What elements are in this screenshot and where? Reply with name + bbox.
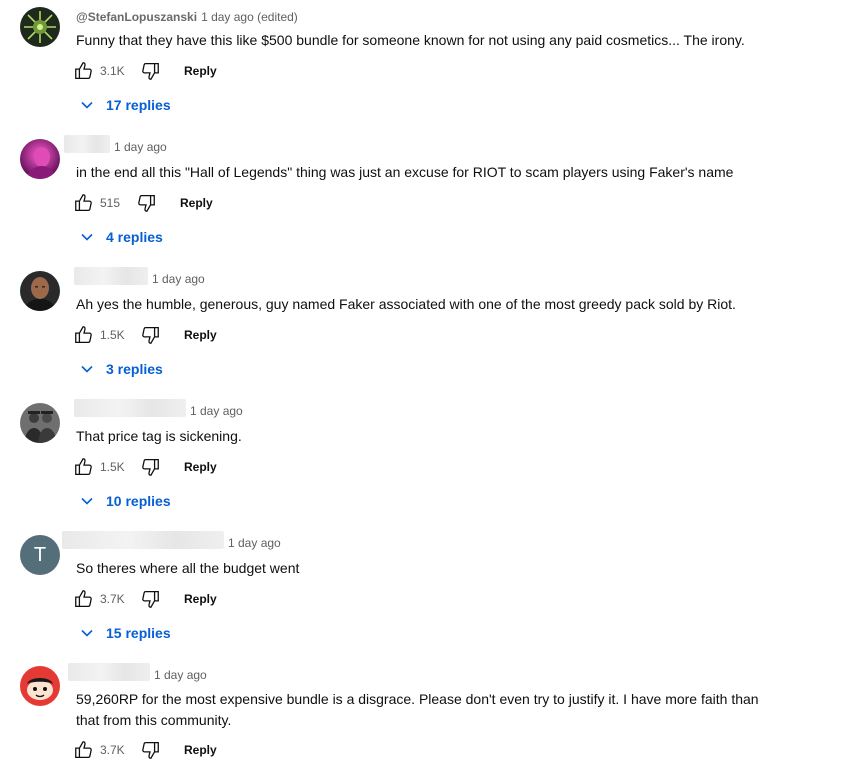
comment-actions: 1.5K Reply — [72, 455, 217, 479]
avatar[interactable] — [20, 7, 60, 47]
replies-count: 10 replies — [106, 493, 171, 509]
reply-button[interactable]: Reply — [184, 743, 217, 757]
thumbs-up-icon — [75, 326, 92, 343]
reply-button[interactable]: Reply — [184, 592, 217, 606]
like-count: 1.5K — [100, 460, 125, 474]
comment-author[interactable]: @StefanLopuszanski — [76, 10, 197, 24]
like-count: 515 — [100, 196, 121, 210]
replies-count: 17 replies — [106, 97, 171, 113]
comment-text: That price tag is sickening. — [76, 428, 242, 444]
comment-timestamp[interactable]: 1 day ago — [228, 536, 281, 550]
thumbs-up-icon — [75, 194, 92, 211]
dislike-button[interactable] — [138, 323, 162, 347]
like-button[interactable] — [72, 323, 96, 347]
like-count: 3.7K — [100, 592, 125, 606]
thumbs-up-icon — [75, 458, 92, 475]
thumbs-up-icon — [75, 741, 92, 758]
thumbs-down-icon — [142, 459, 159, 476]
comment-timestamp[interactable]: 1 day ago — [154, 668, 207, 682]
reply-button[interactable]: Reply — [184, 64, 217, 78]
green-emblem-avatar-icon — [20, 7, 60, 47]
redacted-author — [62, 531, 224, 549]
reply-button[interactable]: Reply — [184, 328, 217, 342]
reply-button[interactable]: Reply — [184, 460, 217, 474]
like-count: 3.1K — [100, 64, 125, 78]
bald-man-avatar-icon — [20, 271, 60, 311]
view-replies-button[interactable]: 17 replies — [80, 95, 171, 115]
redacted-author — [74, 399, 186, 417]
magenta-portrait-avatar-icon — [20, 139, 60, 179]
like-button[interactable] — [72, 191, 96, 215]
two-men-avatar-icon — [20, 403, 60, 443]
thumbs-down-icon — [142, 63, 159, 80]
avatar[interactable] — [20, 271, 60, 311]
avatar[interactable] — [20, 139, 60, 179]
like-button[interactable] — [72, 738, 96, 762]
comment-timestamp[interactable]: 1 day ago — [114, 140, 167, 154]
thumbs-up-icon — [75, 62, 92, 79]
chevron-down-icon — [80, 494, 94, 508]
comment-actions: 1.5K Reply — [72, 323, 217, 347]
comment-timestamp[interactable]: 1 day ago — [190, 404, 243, 418]
comment-actions: 515 Reply — [72, 191, 213, 215]
comment-timestamp[interactable]: 1 day ago — [152, 272, 205, 286]
thumbs-down-icon — [142, 591, 159, 608]
like-button[interactable] — [72, 59, 96, 83]
thumbs-up-icon — [75, 590, 92, 607]
redacted-author — [68, 663, 150, 681]
chevron-down-icon — [80, 362, 94, 376]
thumbs-down-icon — [142, 327, 159, 344]
view-replies-button[interactable]: 15 replies — [80, 623, 171, 643]
avatar[interactable] — [20, 403, 60, 443]
like-button[interactable] — [72, 455, 96, 479]
comment-timestamp[interactable]: 1 day ago (edited) — [201, 10, 298, 24]
dislike-button[interactable] — [138, 59, 162, 83]
comment-text: Funny that they have this like $500 bund… — [76, 32, 745, 48]
like-count: 1.5K — [100, 328, 125, 342]
redacted-author — [64, 135, 110, 153]
chevron-down-icon — [80, 98, 94, 112]
dislike-button[interactable] — [134, 191, 158, 215]
replies-count: 3 replies — [106, 361, 163, 377]
comment-text: So theres where all the budget went — [76, 560, 300, 576]
view-replies-button[interactable]: 4 replies — [80, 227, 163, 247]
comment-actions: 3.7K Reply — [72, 587, 217, 611]
dislike-button[interactable] — [138, 587, 162, 611]
cartoon-face-avatar-icon — [20, 666, 60, 706]
dislike-button[interactable] — [138, 738, 162, 762]
view-replies-button[interactable]: 3 replies — [80, 359, 163, 379]
comment-text: Ah yes the humble, generous, guy named F… — [76, 296, 736, 312]
comment-actions: 3.1K Reply — [72, 59, 217, 83]
thumbs-down-icon — [138, 195, 155, 212]
comment-text: 59,260RP for the most expensive bundle i… — [76, 691, 759, 728]
avatar-letter: T — [33, 543, 47, 566]
chevron-down-icon — [80, 230, 94, 244]
like-count: 3.7K — [100, 743, 125, 757]
avatar[interactable] — [20, 666, 60, 706]
thumbs-down-icon — [142, 742, 159, 759]
replies-count: 4 replies — [106, 229, 163, 245]
reply-button[interactable]: Reply — [180, 196, 213, 210]
like-button[interactable] — [72, 587, 96, 611]
chevron-down-icon — [80, 626, 94, 640]
dislike-button[interactable] — [138, 455, 162, 479]
avatar[interactable]: T — [20, 535, 60, 575]
redacted-author — [74, 267, 148, 285]
comment-actions: 3.7K Reply — [72, 738, 217, 762]
replies-count: 15 replies — [106, 625, 171, 641]
comment-text: in the end all this "Hall of Legends" th… — [76, 164, 734, 180]
view-replies-button[interactable]: 10 replies — [80, 491, 171, 511]
